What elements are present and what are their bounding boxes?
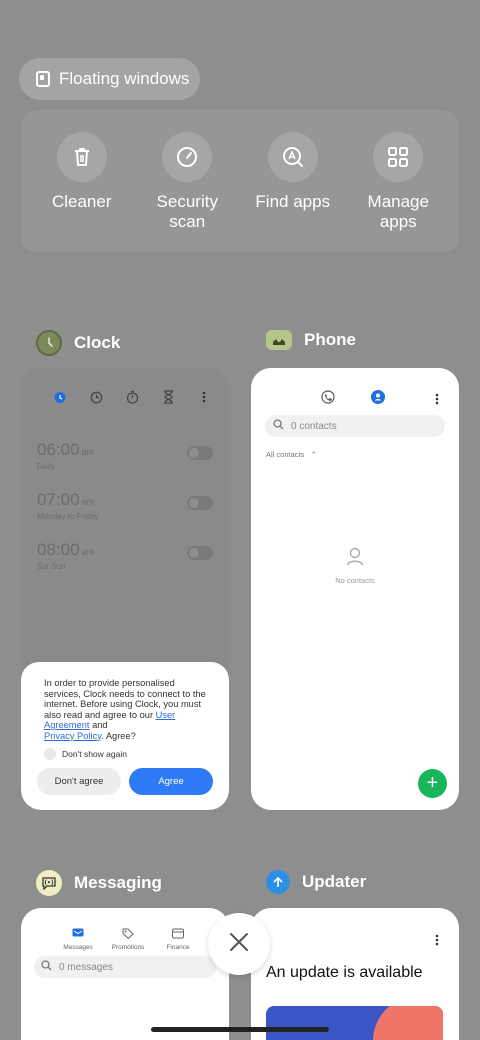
clock-tab-bar — [21, 390, 229, 404]
contacts-search-input[interactable]: 0 contacts — [265, 415, 445, 437]
manage-apps-label: Manage apps — [367, 192, 429, 231]
stopwatch-icon[interactable] — [125, 390, 139, 404]
contacts-filter-dropdown[interactable]: All contacts ⌃ — [266, 450, 317, 459]
close-icon — [229, 932, 249, 957]
alarm-ampm: am — [81, 547, 95, 557]
messages-search-input[interactable]: 0 messages — [34, 956, 216, 978]
security-gauge-icon — [162, 132, 213, 182]
dont-show-again-row[interactable]: Don't show again — [44, 748, 213, 760]
clock-app-icon — [36, 330, 62, 356]
alarm-time: 07:00 — [37, 490, 80, 509]
tag-icon — [122, 928, 134, 941]
alarm-icon[interactable] — [53, 390, 67, 404]
tab-finance[interactable]: Finance — [158, 928, 198, 951]
timer-icon[interactable] — [161, 390, 175, 404]
home-indicator[interactable] — [151, 1027, 329, 1032]
quick-tools-panel: Cleaner Security scan Find apps Manage a… — [21, 110, 459, 252]
find-apps-icon — [267, 132, 318, 182]
dont-agree-button[interactable]: Don't agree — [37, 768, 121, 795]
alarm-time: 06:00 — [37, 440, 80, 459]
clear-all-button[interactable] — [208, 913, 270, 975]
message-icon — [72, 928, 84, 941]
dialog-message: In order to provide personalised service… — [44, 678, 206, 741]
search-icon — [41, 960, 52, 974]
tab-promotions-label: Promotions — [111, 944, 145, 951]
person-icon — [345, 546, 365, 568]
update-title: An update is available — [266, 964, 423, 981]
updater-app-name: Updater — [302, 872, 367, 891]
cleaner-tool[interactable]: Cleaner — [32, 110, 132, 252]
messaging-app-header[interactable]: (•) Messaging — [36, 870, 162, 896]
tab-messages[interactable]: Messages — [58, 928, 98, 951]
more-icon[interactable] — [435, 933, 439, 951]
empty-state: No contacts — [251, 546, 459, 585]
call-log-icon[interactable] — [321, 390, 335, 409]
tab-finance-label: Finance — [166, 944, 190, 951]
find-apps-tool[interactable]: Find apps — [243, 110, 343, 252]
updater-app-header[interactable]: Updater — [266, 870, 366, 894]
find-apps-label: Find apps — [255, 192, 331, 211]
trash-icon — [56, 132, 107, 182]
alarm-time: 08:00 — [37, 540, 80, 559]
phone-app-icon — [266, 330, 292, 350]
alarm-ampm: am — [81, 447, 95, 457]
svg-text:(•): (•) — [44, 880, 54, 887]
alarm-item[interactable]: 06:00 am Daily — [37, 440, 213, 471]
more-icon[interactable] — [435, 392, 439, 410]
updater-app-icon — [266, 870, 290, 894]
clock-app-header[interactable]: Clock — [36, 330, 120, 356]
alarm-item[interactable]: 08:00 am Sat Sun — [37, 540, 213, 571]
world-clock-icon[interactable] — [89, 390, 103, 404]
alarm-ampm: am — [81, 497, 95, 507]
tab-messages-label: Messages — [63, 944, 93, 951]
dont-show-again-label: Don't show again — [62, 749, 127, 759]
privacy-policy-link[interactable]: Privacy Policy — [44, 731, 101, 741]
floating-window-icon — [36, 71, 50, 87]
alarm-repeat: Sat Sun — [37, 562, 66, 571]
messaging-app-name: Messaging — [74, 873, 162, 892]
alarm-toggle[interactable] — [187, 446, 213, 460]
card-icon — [172, 928, 184, 941]
floating-windows-label: Floating windows — [59, 69, 190, 88]
alarm-repeat: Daily — [37, 462, 55, 471]
phone-app-header[interactable]: Phone — [266, 330, 356, 350]
add-contact-button[interactable]: + — [418, 769, 447, 798]
tab-promotions[interactable]: Promotions — [108, 928, 148, 951]
messaging-tab-bar: Messages Promotions Finance — [58, 928, 198, 951]
update-banner-image — [266, 1006, 443, 1040]
search-icon — [273, 419, 284, 433]
alarm-item[interactable]: 07:00 am Monday to Friday — [37, 490, 213, 521]
contacts-icon[interactable] — [371, 390, 385, 409]
floating-windows-button[interactable]: Floating windows — [19, 58, 200, 100]
security-scan-tool[interactable]: Security scan — [137, 110, 237, 252]
updater-app-card[interactable]: An update is available — [251, 908, 459, 1040]
alarm-toggle[interactable] — [187, 496, 213, 510]
cleaner-label: Cleaner — [51, 192, 112, 211]
contacts-search-placeholder: 0 contacts — [291, 420, 337, 432]
alarm-toggle[interactable] — [187, 546, 213, 560]
phone-app-card[interactable]: 0 contacts All contacts ⌃ No contacts + — [251, 368, 459, 810]
dialog-buttons: Don't agree Agree — [37, 768, 213, 795]
chevron-updown-icon: ⌃ — [310, 450, 317, 459]
alarm-repeat: Monday to Friday — [37, 512, 99, 521]
no-contacts-label: No contacts — [335, 576, 375, 585]
messaging-app-icon: (•) — [36, 870, 62, 896]
dont-show-again-checkbox[interactable] — [44, 748, 56, 760]
messages-search-placeholder: 0 messages — [59, 961, 113, 973]
phone-tab-bar — [321, 390, 385, 409]
messaging-app-card[interactable]: Messages Promotions Finance 0 messages — [21, 908, 229, 1040]
clock-app-name: Clock — [74, 333, 121, 352]
internet-permission-dialog: In order to provide personalised service… — [21, 662, 229, 810]
security-scan-label: Security scan — [156, 192, 218, 231]
phone-app-name: Phone — [304, 330, 356, 349]
more-icon[interactable] — [197, 390, 211, 404]
grid-icon — [373, 132, 424, 182]
clock-app-card[interactable]: 06:00 am Daily 07:00 am Monday to Friday 0… — [21, 368, 229, 810]
manage-apps-tool[interactable]: Manage apps — [348, 110, 448, 252]
agree-button[interactable]: Agree — [129, 768, 213, 795]
